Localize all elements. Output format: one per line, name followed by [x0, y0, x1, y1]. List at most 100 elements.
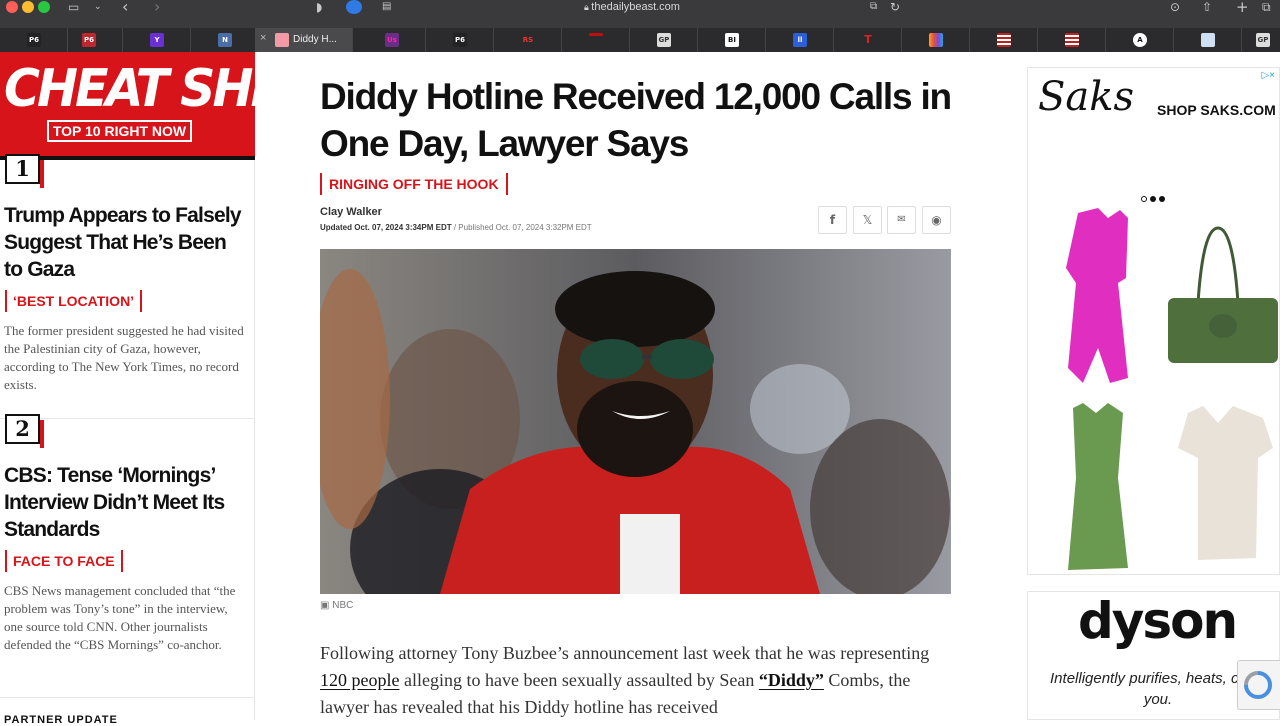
close-window-button[interactable]: [6, 1, 18, 13]
tab[interactable]: [1174, 28, 1242, 52]
tab-bar: P6 P6 Y N × Diddy H... Us P6 RS GP BI ll…: [0, 28, 1280, 52]
cheat-sheet-title: CHEAT SHEET: [4, 58, 345, 119]
reader-icon[interactable]: ▤: [382, 0, 391, 14]
tab[interactable]: A: [1106, 28, 1174, 52]
reload-icon[interactable]: ↻: [890, 0, 900, 14]
tab-label: Diddy H...: [293, 34, 337, 45]
t-icon: T: [861, 33, 875, 47]
minimize-window-button[interactable]: [22, 1, 34, 13]
published-date: / Published Oct. 07, 2024 3:32PM EDT: [451, 223, 592, 232]
page-six-icon: P6: [453, 33, 467, 47]
article-author[interactable]: Clay Walker: [320, 206, 382, 218]
tab[interactable]: [562, 28, 630, 52]
body-link[interactable]: “Diddy”: [759, 670, 824, 690]
tab[interactable]: Y: [123, 28, 191, 52]
daily-beast-icon: [275, 33, 289, 47]
ad-choices-icon[interactable]: ▷×: [1261, 70, 1275, 81]
saks-logo: Saks: [1038, 74, 1135, 120]
photo-illustration: [320, 249, 951, 594]
recaptcha-icon: [1244, 671, 1272, 699]
business-insider-icon: BI: [725, 33, 739, 47]
us-flag-icon: [1065, 33, 1079, 47]
article-title: Diddy Hotline Received 12,000 Calls in O…: [320, 76, 952, 164]
tab-active[interactable]: × Diddy H...: [255, 28, 353, 52]
photo-credit-text: NBC: [332, 600, 354, 611]
tab[interactable]: GP: [1242, 28, 1280, 52]
article-photo: [320, 249, 951, 594]
maximize-window-button[interactable]: [38, 1, 50, 13]
chevron-down-icon[interactable]: ⌄: [94, 0, 102, 14]
updated-date: Updated Oct. 07, 2024 3:34PM EDT: [320, 223, 452, 232]
article-dates: Updated Oct. 07, 2024 3:34PM EDT / Publi…: [320, 223, 592, 232]
tab[interactable]: [1038, 28, 1106, 52]
tab[interactable]: BI: [698, 28, 766, 52]
tab[interactable]: [902, 28, 970, 52]
nbc-icon: [929, 33, 943, 47]
email-icon[interactable]: ✉: [887, 206, 916, 234]
page-six-icon: P6: [82, 33, 96, 47]
gp-icon: GP: [657, 33, 671, 47]
story-number: 2: [5, 414, 44, 448]
article-kicker[interactable]: RINGING OFF THE HOOK: [320, 173, 508, 195]
tab[interactable]: T: [834, 28, 902, 52]
translate-icon[interactable]: ⧉: [870, 0, 877, 14]
cheat-sheet-subtitle: TOP 10 RIGHT NOW: [47, 120, 192, 142]
story-summary: CBS News management concluded that “the …: [4, 583, 236, 652]
cheat-sheet-column: CHEAT SHEET TOP 10 RIGHT NOW 1 Trump App…: [0, 52, 345, 726]
reddit-icon[interactable]: ◉: [922, 206, 951, 234]
forward-icon[interactable]: ›: [154, 0, 160, 15]
close-tab-icon[interactable]: ×: [260, 32, 266, 44]
facebook-icon[interactable]: f: [818, 206, 847, 234]
tab[interactable]: ll: [766, 28, 834, 52]
product-images: [1066, 208, 1278, 570]
shield-icon[interactable]: ◗: [316, 0, 322, 14]
body-text: alleging to have been sexually assaulted…: [399, 670, 759, 690]
article-body: Following attorney Tony Buzbee’s announc…: [320, 640, 960, 721]
extension-icon[interactable]: [346, 0, 362, 14]
browser-toolbar: ▭ ⌄ ‹ › ◗ ▤ 🔒︎ thedailybeast.com ⧉ ↻ ⊙ ⇧…: [0, 0, 1280, 28]
story-tag[interactable]: ‘BEST LOCATION’: [5, 290, 143, 312]
photo-credit: ▣ NBC: [320, 600, 353, 611]
dyson-logo: dyson: [1078, 592, 1238, 650]
rolling-stone-icon: RS: [521, 33, 535, 47]
tab[interactable]: P6: [55, 28, 123, 52]
a-icon: A: [1133, 33, 1147, 47]
saks-ad[interactable]: ▷× Saks SHOP SAKS.COM ›: [1027, 67, 1280, 575]
x-icon[interactable]: 𝕏: [853, 206, 882, 234]
story-headline[interactable]: Trump Appears to Falsely Suggest That He…: [4, 202, 244, 283]
news-icon: [589, 33, 603, 47]
news-icon: N: [218, 33, 232, 47]
saks-shop-link[interactable]: SHOP SAKS.COM ›: [1157, 102, 1279, 118]
cheat-sheet-banner[interactable]: CHEAT SHEET TOP 10 RIGHT NOW: [0, 52, 345, 160]
story-number: 1: [5, 154, 44, 188]
story-summary: The former president suggested he had vi…: [4, 323, 244, 392]
address-bar[interactable]: 🔒︎ thedailybeast.com: [584, 0, 680, 14]
tab-overview-icon[interactable]: ⧉: [1262, 0, 1271, 14]
back-icon[interactable]: ‹: [122, 0, 128, 15]
tab[interactable]: GP: [630, 28, 698, 52]
us-weekly-icon: Us: [385, 33, 399, 47]
page-six-icon: P6: [27, 33, 41, 47]
divider: [0, 697, 255, 698]
new-tab-icon[interactable]: +: [1236, 0, 1249, 15]
paramount-icon: ll: [793, 33, 807, 47]
us-flag-icon: [997, 33, 1011, 47]
body-text: Following attorney Tony Buzbee’s announc…: [320, 643, 930, 663]
tab[interactable]: Us: [358, 28, 426, 52]
downloads-icon[interactable]: ⊙: [1170, 0, 1180, 14]
camera-icon: ▣: [320, 600, 333, 611]
tab[interactable]: RS: [494, 28, 562, 52]
story-headline[interactable]: CBS: Tense ‘Mornings’ Interview Didn’t M…: [4, 462, 244, 543]
tab[interactable]: N: [191, 28, 259, 52]
yahoo-icon: Y: [150, 33, 164, 47]
carousel-dots[interactable]: [1141, 189, 1168, 207]
sidebar-icon[interactable]: ▭: [68, 0, 79, 14]
news-icon: [1201, 33, 1215, 47]
partner-update-label: PARTNER UPDATE: [4, 714, 118, 726]
share-icon[interactable]: ⇧: [1202, 0, 1212, 14]
tab[interactable]: P6: [426, 28, 494, 52]
recaptcha-badge[interactable]: [1237, 660, 1280, 710]
story-tag[interactable]: FACE TO FACE: [5, 550, 123, 572]
tab[interactable]: [970, 28, 1038, 52]
body-link[interactable]: 120 people: [320, 670, 399, 690]
